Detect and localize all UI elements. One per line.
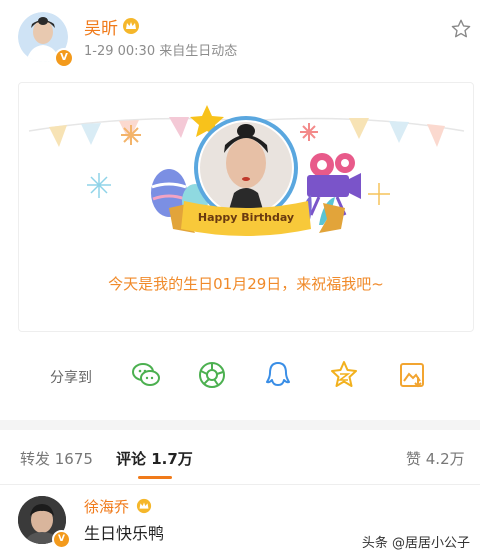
verified-badge-icon: V	[54, 48, 74, 68]
tab-repost[interactable]: 转发 1675	[20, 448, 93, 469]
post-header: V 吴昕 1-29 00:30 来自生日动态	[0, 0, 480, 78]
birthday-illustration: Happy Birthday	[28, 105, 465, 236]
section-divider	[0, 420, 480, 430]
comment-text: 生日快乐鸭	[84, 524, 165, 543]
watermark: 头条 @居居小公子	[361, 536, 470, 551]
share-label: 分享到	[50, 370, 92, 386]
commenter-crown-icon	[136, 498, 152, 514]
qq-icon[interactable]	[262, 359, 294, 391]
crown-icon	[123, 18, 139, 34]
commenter-name[interactable]: 徐海乔	[84, 496, 129, 517]
tab-like[interactable]: 赞 4.2万	[406, 448, 465, 469]
post-username[interactable]: 吴昕	[84, 14, 118, 39]
interaction-tabs: 转发 1675 评论 1.7万 赞 4.2万	[0, 440, 480, 485]
banner-label: Happy Birthday	[198, 211, 294, 224]
birthday-message: 今天是我的生日01月29日，来祝福我吧~	[108, 275, 384, 293]
birthday-card[interactable]: Happy Birthday 今天是我的生日01月29日，来祝福我吧~	[18, 82, 474, 332]
wechat-icon[interactable]	[130, 359, 162, 391]
save-image-icon[interactable]	[396, 359, 428, 391]
moments-icon[interactable]	[196, 359, 228, 391]
post-meta: 1-29 00:30 来自生日动态	[84, 44, 238, 59]
share-bar: 分享到	[0, 345, 480, 409]
commenter-verified-badge-icon: V	[52, 530, 71, 549]
qzone-icon[interactable]	[328, 359, 360, 391]
active-tab-indicator	[138, 476, 172, 479]
tab-comment[interactable]: 评论 1.7万	[116, 448, 193, 469]
favorite-star-icon[interactable]	[450, 18, 472, 40]
